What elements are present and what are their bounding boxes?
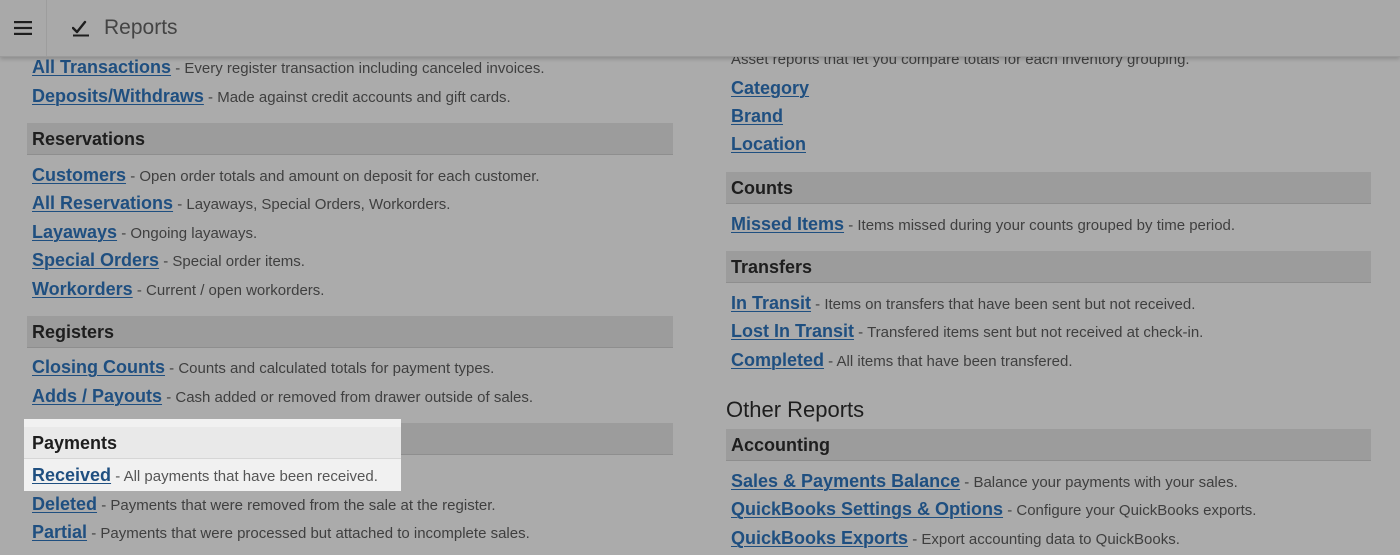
report-description: - Cash added or removed from drawer outs… xyxy=(162,389,534,406)
deposits-withdraws-link[interactable]: Deposits/Withdraws xyxy=(32,86,204,106)
report-row-adds-payouts: Adds / Payouts - Cash added or removed f… xyxy=(32,386,533,408)
report-row-in-transit: In Transit - Items on transfers that hav… xyxy=(731,293,1195,315)
location-link[interactable]: Location xyxy=(731,134,806,154)
quickbooks-settings-link[interactable]: QuickBooks Settings & Options xyxy=(731,499,1003,519)
section-header-counts: Counts xyxy=(726,172,1371,204)
report-row-deleted: Deleted - Payments that were removed fro… xyxy=(32,494,496,516)
report-row-location: Location xyxy=(731,134,806,156)
brand-link[interactable]: Brand xyxy=(731,106,783,126)
report-row-brand: Brand xyxy=(731,106,783,128)
quickbooks-exports-link[interactable]: QuickBooks Exports xyxy=(731,528,908,548)
in-transit-link[interactable]: In Transit xyxy=(731,293,811,313)
report-row-completed: Completed - All items that have been tra… xyxy=(731,350,1072,372)
report-row-layaways: Layaways - Ongoing layaways. xyxy=(32,222,257,244)
report-description: - Current / open workorders. xyxy=(132,282,325,299)
report-description: - Counts and calculated totals for payme… xyxy=(165,360,495,377)
report-description: - Open order totals and amount on deposi… xyxy=(126,168,540,185)
reports-content: All Transactions - Every register transa… xyxy=(0,0,1400,555)
deleted-link[interactable]: Deleted xyxy=(32,494,97,514)
report-row-category: Category xyxy=(731,78,809,100)
all-reservations-link[interactable]: All Reservations xyxy=(32,193,173,213)
missed-items-link[interactable]: Missed Items xyxy=(731,214,844,234)
report-description: - Export accounting data to QuickBooks. xyxy=(908,531,1180,548)
customers-link[interactable]: Customers xyxy=(32,165,126,185)
top-bar: Reports xyxy=(0,0,1400,57)
report-description: - Items on transfers that have been sent… xyxy=(811,296,1196,313)
report-row-received: Received - All payments that have been r… xyxy=(32,465,378,487)
report-description: - Made against credit accounts and gift … xyxy=(203,89,511,106)
report-description: - Layaways, Special Orders, Workorders. xyxy=(173,196,451,213)
completed-link[interactable]: Completed xyxy=(731,350,824,370)
chart-check-icon xyxy=(72,19,90,37)
report-row-lost-in-transit: Lost In Transit - Transfered items sent … xyxy=(731,321,1203,343)
category-link[interactable]: Category xyxy=(731,78,809,98)
closing-counts-link[interactable]: Closing Counts xyxy=(32,357,165,377)
report-description: - All items that have been transfered. xyxy=(824,353,1073,370)
report-row-quickbooks-exports: QuickBooks Exports - Export accounting d… xyxy=(731,528,1180,550)
special-orders-link[interactable]: Special Orders xyxy=(32,250,159,270)
other-reports-title: Other Reports xyxy=(726,397,865,422)
report-description: - Ongoing layaways. xyxy=(117,225,258,242)
report-description: - Transfered items sent but not received… xyxy=(854,324,1204,341)
report-row-all-transactions: All Transactions - Every register transa… xyxy=(32,57,545,79)
layaways-link[interactable]: Layaways xyxy=(32,222,117,242)
lost-in-transit-link[interactable]: Lost In Transit xyxy=(731,321,854,341)
report-row-partial: Partial - Payments that were processed b… xyxy=(32,522,530,544)
section-header-reservations: Reservations xyxy=(27,123,673,155)
report-row-all-reservations: All Reservations - Layaways, Special Ord… xyxy=(32,193,450,215)
section-header-accounting: Accounting xyxy=(726,429,1371,461)
sales-payments-balance-link[interactable]: Sales & Payments Balance xyxy=(731,471,960,491)
menu-button[interactable] xyxy=(0,0,47,56)
report-row-customers: Customers - Open order totals and amount… xyxy=(32,165,540,187)
workorders-link[interactable]: Workorders xyxy=(32,279,133,299)
report-row-sales-payments-balance: Sales & Payments Balance - Balance your … xyxy=(731,471,1238,493)
report-row-workorders: Workorders - Current / open workorders. xyxy=(32,279,324,301)
report-description: - Balance your payments with your sales. xyxy=(960,474,1238,491)
section-header-registers: Registers xyxy=(27,316,673,348)
payments-spotlight: Payments Received - All payments that ha… xyxy=(24,419,401,491)
report-description: - Payments that were processed but attac… xyxy=(87,525,530,542)
report-row-quickbooks-settings: QuickBooks Settings & Options - Configur… xyxy=(731,499,1256,521)
section-header-transfers: Transfers xyxy=(726,251,1371,283)
report-description: - Special order items. xyxy=(159,253,305,270)
hamburger-menu-icon xyxy=(14,21,32,35)
section-header-payments: Payments xyxy=(24,427,401,459)
report-description: - All payments that have been received. xyxy=(111,468,378,485)
received-link[interactable]: Received xyxy=(32,465,111,485)
all-transactions-link[interactable]: All Transactions xyxy=(32,57,171,77)
report-row-special-orders: Special Orders - Special order items. xyxy=(32,250,305,272)
report-row-closing-counts: Closing Counts - Counts and calculated t… xyxy=(32,357,494,379)
page-title: Reports xyxy=(104,16,178,39)
adds-payouts-link[interactable]: Adds / Payouts xyxy=(32,386,162,406)
report-row-deposits-withdraws: Deposits/Withdraws - Made against credit… xyxy=(32,86,511,108)
partial-link[interactable]: Partial xyxy=(32,522,87,542)
report-description: - Every register transaction including c… xyxy=(171,60,545,77)
report-row-missed-items: Missed Items - Items missed during your … xyxy=(731,214,1235,236)
report-description: - Configure your QuickBooks exports. xyxy=(1003,502,1257,519)
page-title-area: Reports xyxy=(72,0,178,56)
report-description: - Items missed during your counts groupe… xyxy=(844,217,1236,234)
report-description: - Payments that were removed from the sa… xyxy=(97,497,496,514)
